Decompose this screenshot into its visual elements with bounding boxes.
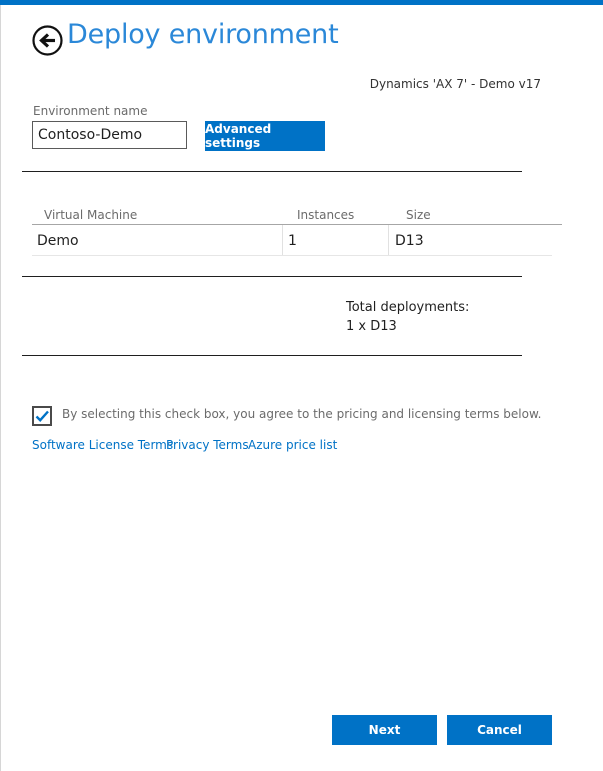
azure-price-list-link[interactable]: Azure price list [248, 438, 337, 452]
table-row-divider [32, 255, 552, 256]
divider [22, 171, 522, 172]
column-header-size: Size [406, 208, 431, 222]
cell-virtual-machine: Demo [37, 233, 79, 249]
table-header-divider [32, 224, 562, 225]
back-arrow-icon [32, 25, 63, 56]
cell-size: D13 [395, 233, 424, 249]
total-deployments-label: Total deployments: [346, 300, 470, 315]
page-title: Deploy environment [67, 19, 339, 50]
agreement-text: By selecting this check box, you agree t… [62, 407, 542, 421]
column-separator [388, 225, 389, 255]
environment-name-input[interactable] [32, 121, 187, 149]
total-deployments-value: 1 x D13 [346, 319, 397, 334]
column-header-instances: Instances [297, 208, 355, 222]
product-version-label: Dynamics 'AX 7' - Demo v17 [369, 77, 541, 91]
divider [22, 276, 522, 277]
privacy-terms-link[interactable]: Privacy Terms [166, 438, 249, 452]
back-button[interactable] [32, 25, 63, 56]
advanced-settings-button[interactable]: Advanced settings [205, 121, 325, 151]
column-separator [282, 225, 283, 255]
cancel-button[interactable]: Cancel [447, 715, 552, 745]
cell-instances: 1 [288, 233, 297, 249]
divider [22, 355, 522, 356]
environment-name-label: Environment name [33, 104, 148, 118]
window-top-accent-bar [0, 0, 603, 5]
next-button[interactable]: Next [332, 715, 437, 745]
checkmark-icon [35, 410, 49, 422]
column-header-virtual-machine: Virtual Machine [44, 208, 138, 222]
agree-checkbox[interactable] [32, 406, 52, 426]
window-left-border [0, 5, 1, 771]
software-license-terms-link[interactable]: Software License Terms [32, 438, 173, 452]
